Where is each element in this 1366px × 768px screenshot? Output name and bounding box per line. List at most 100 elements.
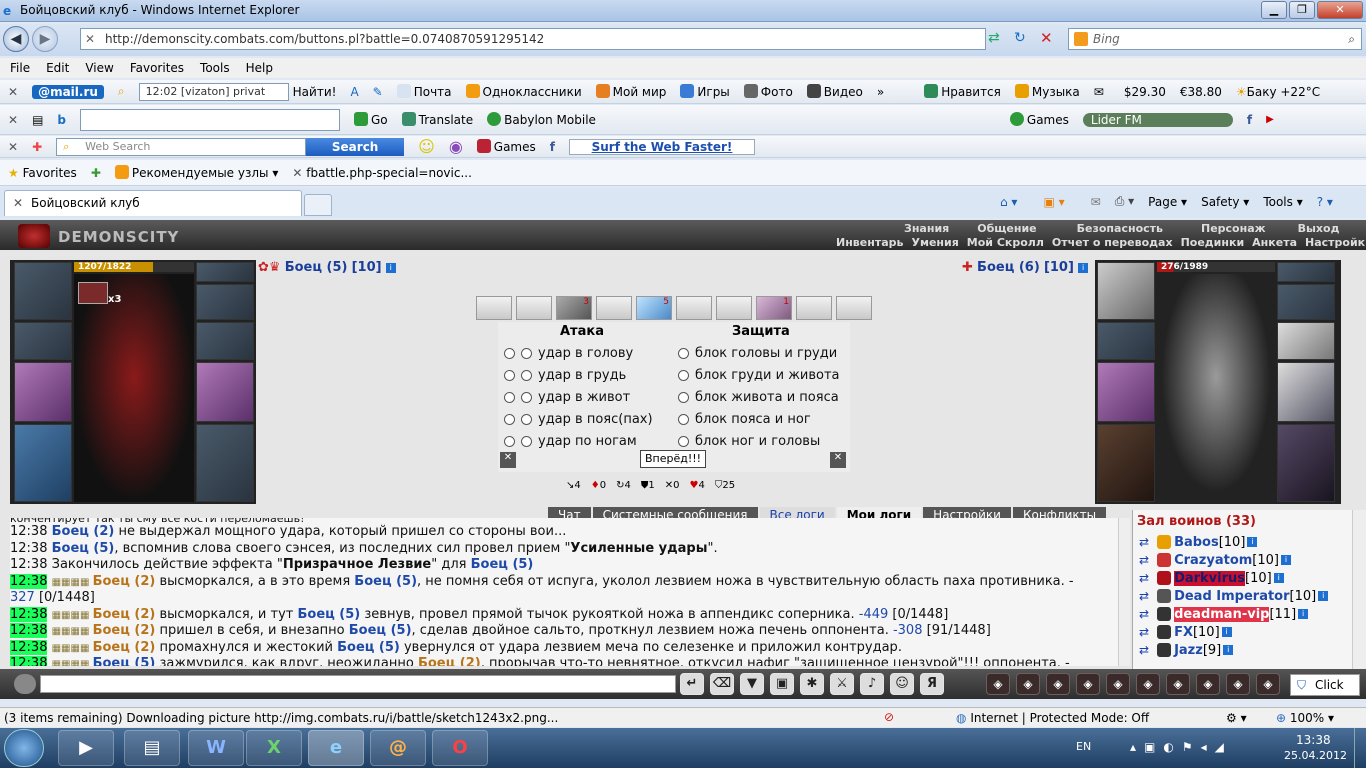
private-message-icon[interactable]: ⇄ — [1139, 607, 1149, 621]
weapon-slot[interactable] — [1097, 362, 1155, 422]
favorites-button[interactable]: ★ Favorites — [8, 166, 77, 180]
private-message-icon[interactable]: ⇄ — [1139, 535, 1149, 549]
internet-explorer-icon[interactable]: e — [308, 730, 364, 766]
user-name[interactable]: Darkvirus — [1174, 570, 1246, 586]
facebook-icon[interactable]: f — [1247, 113, 1252, 127]
left-fighter-name[interactable]: Боец (5) — [285, 260, 348, 275]
menu-favorites[interactable]: Favorites — [130, 61, 184, 75]
forward-button[interactable]: ▶ — [32, 26, 58, 52]
click-button[interactable]: ⛉ Click — [1290, 674, 1360, 696]
effect-icon[interactable] — [78, 282, 108, 304]
user-name[interactable]: Crazyatom — [1174, 553, 1252, 568]
highlight-icon[interactable]: ✎ — [373, 85, 383, 99]
attack-radio[interactable] — [521, 413, 532, 425]
private-message-icon[interactable]: ⇄ — [1139, 571, 1149, 585]
private-message-icon[interactable]: ⇄ — [1139, 589, 1149, 603]
explorer-icon[interactable]: ▤ — [124, 730, 180, 766]
attack-radio[interactable] — [504, 391, 515, 403]
mask-icon[interactable]: ◈ — [1106, 673, 1130, 695]
sound-icon[interactable]: ♪ — [860, 673, 884, 695]
log-scrollbar[interactable] — [1118, 518, 1130, 666]
user-row[interactable]: ⇄ Crazyatom [10] i — [1133, 551, 1366, 569]
tools-menu[interactable]: Tools ▾ — [1263, 195, 1302, 209]
surf-faster-link[interactable]: Surf the Web Faster! — [569, 138, 755, 155]
tray-icons[interactable]: ▴▣◐⚑◂◢ — [1130, 740, 1232, 754]
attack-radio[interactable] — [504, 435, 515, 447]
log-fighter-link[interactable]: Боец (2) — [93, 640, 156, 655]
bracers-slot[interactable] — [14, 322, 72, 360]
user-row[interactable]: ⇄ Jazz [9] i — [1133, 641, 1366, 659]
amulet-slot[interactable] — [196, 262, 254, 282]
websearch-games[interactable]: Games — [476, 139, 536, 154]
defense-option[interactable]: блок ног и головы — [678, 430, 840, 452]
book-icon[interactable]: ◈ — [1046, 673, 1070, 695]
scroll-slot[interactable]: 5 — [636, 296, 672, 320]
user-name[interactable]: deadman-vip — [1174, 606, 1270, 622]
info-icon[interactable]: i — [1247, 537, 1258, 547]
radio-player[interactable]: Lider FM — [1082, 112, 1233, 127]
defense-radio[interactable] — [678, 369, 689, 381]
minimize-button[interactable]: ▁ — [1261, 1, 1287, 19]
info-icon[interactable]: i — [1223, 645, 1234, 655]
menu-file[interactable]: File — [10, 61, 30, 75]
offhand-slot[interactable] — [1277, 362, 1335, 422]
scroll-slot[interactable]: 1 — [756, 296, 792, 320]
smile-icon[interactable] — [14, 674, 36, 694]
print-icon[interactable]: ⎙ ▾ — [1115, 194, 1134, 209]
private-message-icon[interactable]: ⇄ — [1139, 625, 1149, 639]
defense-radio[interactable] — [678, 347, 689, 359]
compat-icon[interactable]: ⇄ — [988, 30, 1000, 46]
scroll-icon[interactable]: ◈ — [1076, 673, 1100, 695]
log-fighter-link[interactable]: Боец (2) — [93, 607, 156, 622]
usd-rate[interactable]: $29.30 — [1124, 85, 1166, 99]
nav-profile[interactable]: Анкета — [1252, 236, 1297, 249]
tab-active[interactable]: ✕ Бойцовский клуб — [4, 190, 302, 216]
rings-slot[interactable] — [1277, 284, 1335, 320]
attack-radio[interactable] — [521, 347, 532, 359]
helmet-slot[interactable] — [1097, 262, 1155, 320]
babylon-go-button[interactable]: Go — [354, 112, 388, 127]
mailru-item-photo[interactable]: Фото — [743, 84, 793, 99]
opera-icon[interactable]: O — [432, 730, 488, 766]
rings-slot[interactable] — [196, 284, 254, 320]
mailru-search-icon[interactable]: ⌕ — [118, 84, 125, 99]
flag-icon[interactable]: ◈ — [1226, 673, 1250, 695]
language-indicator[interactable]: EN — [1076, 740, 1091, 753]
home-icon[interactable]: ⌂ ▾ — [1000, 195, 1017, 209]
babylon-input[interactable] — [80, 108, 340, 131]
page-menu[interactable]: Page ▾ — [1148, 195, 1187, 209]
nav-battles[interactable]: Поединки — [1181, 236, 1245, 249]
defense-option[interactable]: блок пояса и ног — [678, 408, 840, 430]
nav-transfer-report[interactable]: Отчет о переводах — [1052, 236, 1173, 249]
mailru-music[interactable]: Музыка — [1014, 84, 1080, 99]
facebook-icon[interactable]: f — [550, 140, 555, 154]
log-fighter-link[interactable]: Боец (5) — [349, 623, 412, 638]
defense-option[interactable]: блок живота и пояса — [678, 386, 840, 408]
attack-option[interactable]: удар в живот — [504, 386, 653, 408]
add-favorite-icon[interactable]: ✚ — [91, 166, 101, 180]
attack-radio[interactable] — [504, 413, 515, 425]
forward-button[interactable]: Вперёд!!! — [640, 450, 706, 468]
info-icon[interactable]: i — [385, 263, 396, 273]
babylon-mobile-button[interactable]: Babylon Mobile — [487, 112, 596, 127]
websearch-button[interactable]: Search — [306, 137, 405, 156]
gloves-slot[interactable] — [196, 322, 254, 360]
cloak-slot[interactable] — [14, 424, 72, 502]
eur-rate[interactable]: €38.80 — [1180, 85, 1222, 99]
scroll-slot[interactable] — [476, 296, 512, 320]
defense-radio[interactable] — [678, 413, 689, 425]
defense-radio[interactable] — [678, 391, 689, 403]
cancel-icon[interactable]: ✕ — [500, 452, 516, 468]
nav-skills[interactable]: Умения — [911, 236, 958, 249]
filter-icon[interactable]: ▼ — [740, 673, 764, 695]
excel-icon[interactable]: X — [246, 730, 302, 766]
log-fighter-link[interactable]: Боец (2) — [93, 574, 156, 589]
strike-icon[interactable]: ⚔ — [830, 673, 854, 695]
mailru-find-button[interactable]: Найти! — [293, 85, 337, 99]
log-fighter-link[interactable]: Боец (5) — [52, 541, 115, 556]
mailru-like[interactable]: Нравится — [924, 84, 1001, 99]
more-icon[interactable]: » — [877, 85, 884, 99]
right-fighter-name[interactable]: Боец (6) — [977, 260, 1040, 275]
private-message-icon[interactable]: ⇄ — [1139, 553, 1149, 567]
websearch-input[interactable]: ⌕ Web Search — [56, 137, 307, 156]
